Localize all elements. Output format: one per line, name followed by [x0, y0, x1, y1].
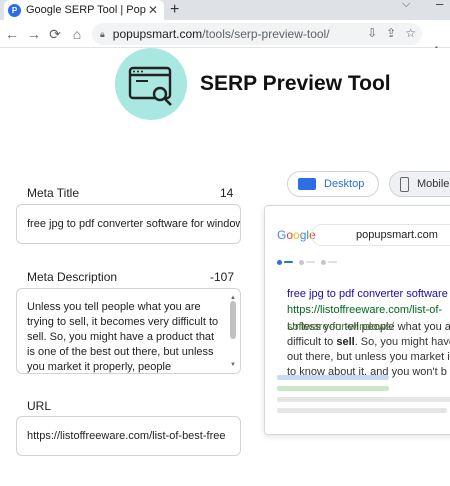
skeleton-bar-green [277, 386, 389, 391]
preview-search-tabs [277, 260, 337, 265]
new-tab-button[interactable]: + [170, 1, 179, 19]
favicon-icon: P [8, 3, 21, 17]
meta-title-input[interactable]: free jpg to pdf converter software for w… [16, 204, 241, 244]
browser-tabbar: P Google SERP Tool | Popupsmart ✕ + ⌵ – [0, 0, 450, 20]
result-url: https://listoffreeware.com/list-of- [287, 304, 443, 316]
desktop-icon [298, 178, 316, 190]
meta-description-textarea[interactable]: Unless you tell people what you are tryi… [16, 288, 241, 374]
forward-icon[interactable]: → [24, 24, 44, 44]
result-description: Unless you tell people what you a softwa… [287, 320, 450, 380]
hero-illustration [115, 48, 187, 120]
result-desc-line-3: out there, but unless you market i [287, 351, 450, 363]
bookmark-star-icon[interactable]: ☆ [405, 26, 416, 40]
url-label: URL [27, 399, 52, 413]
skeleton-bar-grey-2 [277, 408, 447, 413]
textarea-scrollbar[interactable]: ▲ ▼ [228, 291, 238, 373]
tab-title: Google SERP Tool | Popupsmart [26, 4, 146, 16]
reload-icon[interactable]: ⟳ [45, 24, 65, 44]
share-icon[interactable]: ⇪ [386, 26, 396, 40]
scroll-thumb[interactable] [230, 301, 236, 339]
meta-description-count: -107 [210, 270, 235, 284]
skeleton-bar-grey-1 [277, 397, 450, 402]
back-icon[interactable]: ← [2, 24, 22, 44]
desktop-label: Desktop [324, 178, 365, 190]
meta-description-text: Unless you tell people what you are tryi… [27, 301, 219, 373]
mobile-label: Mobile [417, 178, 450, 190]
serp-window-icon [128, 66, 172, 106]
tab-search-chevron-icon[interactable]: ⌵ [402, 0, 410, 11]
page-content: SERP Preview Tool Meta Title 14 free jpg… [0, 48, 450, 486]
desktop-toggle-button[interactable]: Desktop [287, 171, 379, 197]
meta-title-label: Meta Title [27, 186, 80, 200]
mobile-icon [400, 176, 409, 192]
page-title: SERP Preview Tool [200, 72, 391, 95]
serp-preview-panel: Google popupsmart.com free jpg to pdf co… [264, 205, 450, 435]
google-logo: Google [277, 228, 316, 242]
address-bar[interactable]: 🔒︎ popupsmart.com/tools/serp-preview-too… [92, 23, 422, 45]
lock-icon: 🔒︎ [100, 28, 105, 39]
meta-description-label: Meta Description [27, 270, 118, 284]
url-host: popupsmart.com [112, 27, 203, 41]
close-tab-icon[interactable]: ✕ [146, 3, 160, 17]
skeleton-bar-blue [277, 375, 389, 380]
url-input[interactable]: https://listoffreeware.com/list-of-best-… [16, 416, 241, 456]
result-title: free jpg to pdf converter software [287, 288, 448, 300]
browser-tab[interactable]: P Google SERP Tool | Popupsmart ✕ [4, 0, 164, 20]
mobile-toggle-button[interactable]: Mobile [389, 171, 450, 197]
meta-title-count: 14 [220, 186, 234, 200]
result-url-overlap: software-for-windows/ [287, 321, 394, 333]
minimize-icon[interactable]: – [436, 0, 443, 11]
result-desc-line-2: difficult to sell. So, you might have [287, 336, 450, 348]
home-icon[interactable]: ⌂ [67, 24, 87, 44]
preview-search-box: popupsmart.com [311, 224, 450, 246]
install-icon[interactable]: ⇩ [367, 26, 377, 40]
scroll-down-icon[interactable]: ▼ [230, 358, 236, 373]
browser-toolbar: ← → ⟳ ⌂ 🔒︎ popupsmart.com/tools/serp-pre… [0, 20, 450, 59]
url-path: /tools/serp-preview-tool/ [202, 27, 330, 41]
